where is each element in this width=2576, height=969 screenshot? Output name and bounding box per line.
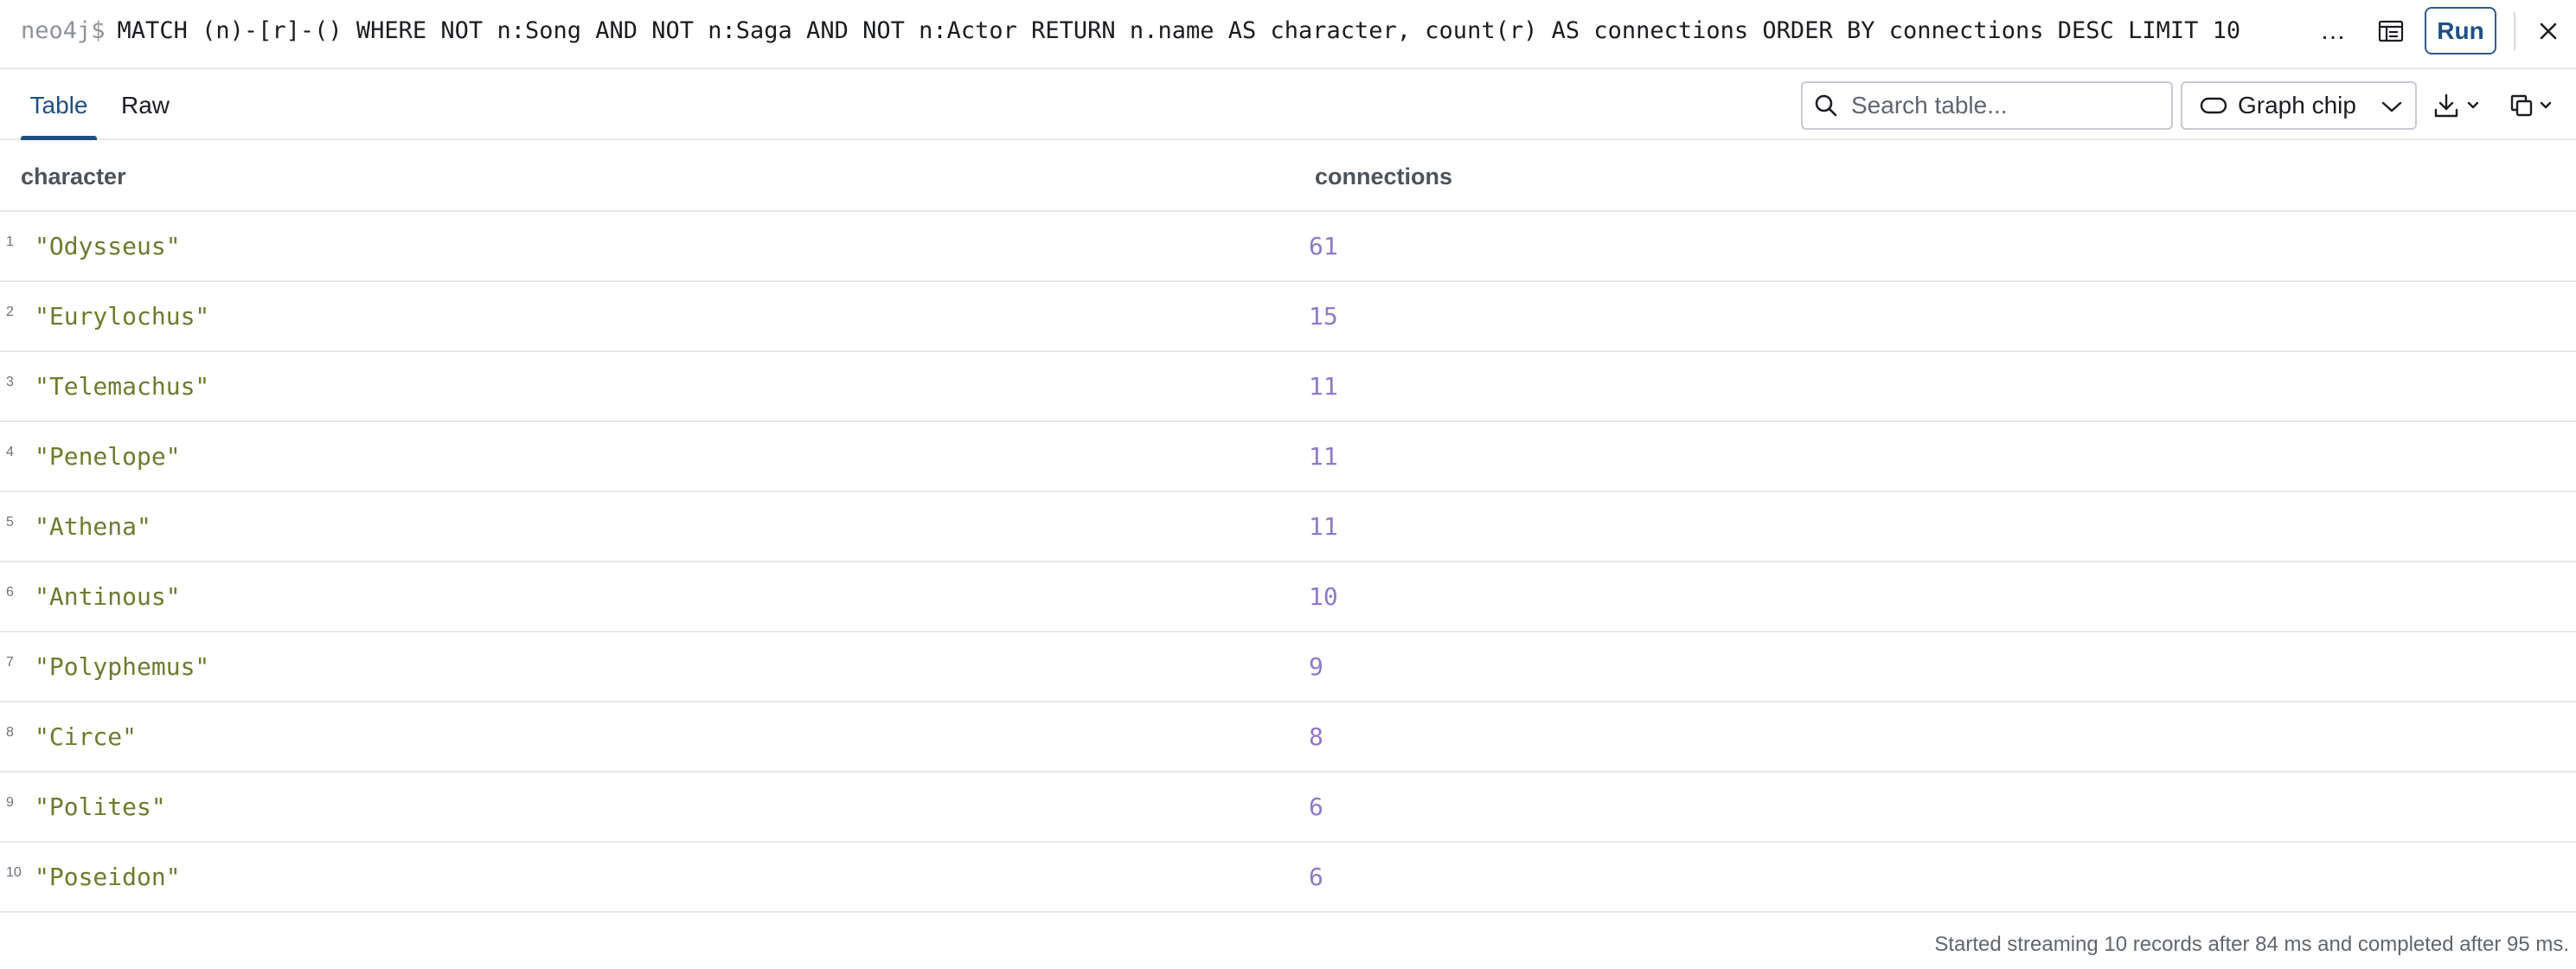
graph-chip-select[interactable]: Graph chip [2181, 81, 2417, 130]
row-number: 6 [6, 585, 14, 600]
cell-character: "Eurylochus" [35, 302, 210, 330]
row-number: 7 [6, 655, 14, 670]
query-editor[interactable]: neo4j$ MATCH (n)-[r]-() WHERE NOT n:Song… [21, 0, 2322, 61]
close-button[interactable] [2531, 14, 2566, 48]
cell-character: "Polites" [35, 793, 166, 821]
chevron-down-icon [2540, 101, 2552, 109]
table-row[interactable]: 1 "Odysseus" 61 [0, 212, 2576, 282]
graph-chip-label: Graph chip [2238, 92, 2356, 119]
layout-icon [2378, 20, 2404, 42]
row-number: 9 [6, 795, 14, 810]
download-icon [2434, 93, 2458, 118]
row-number: 2 [6, 305, 14, 319]
pill-icon [2200, 97, 2227, 114]
cell-connections: 11 [1309, 512, 1338, 541]
table-row[interactable]: 2 "Eurylochus" 15 [0, 282, 2576, 352]
cell-character: "Antinous" [35, 582, 181, 611]
row-number: 8 [6, 725, 14, 740]
table-row[interactable]: 6 "Antinous" 10 [0, 562, 2576, 632]
close-icon [2540, 22, 2557, 40]
cell-character: "Polyphemus" [35, 652, 210, 681]
table-body: 1 "Odysseus" 61 2 "Eurylochus" 15 3 "Telemachus… [0, 212, 2576, 913]
table-row[interactable]: 7 "Polyphemus" 9 [0, 632, 2576, 703]
search-table-field[interactable] [1801, 81, 2173, 130]
cell-character: "Poseidon" [35, 863, 181, 891]
run-button[interactable]: Run [2425, 7, 2496, 55]
tab-raw[interactable]: Raw [121, 71, 170, 140]
row-number: 5 [6, 515, 14, 529]
query-prompt: neo4j$ [21, 16, 106, 44]
status-message: Started streaming 10 records after 84 ms… [1934, 933, 2569, 956]
search-icon [1815, 94, 1837, 117]
cell-connections: 11 [1309, 372, 1338, 401]
cell-connections: 61 [1309, 232, 1338, 260]
table-row[interactable]: 9 "Polites" 6 [0, 773, 2576, 843]
tab-table[interactable]: Table [21, 71, 97, 140]
search-input[interactable] [1849, 91, 2161, 120]
download-button[interactable] [2432, 88, 2486, 123]
table-row[interactable]: 4 "Penelope" 11 [0, 422, 2576, 492]
row-number: 4 [6, 445, 14, 459]
divider [2514, 12, 2515, 50]
cell-character: "Circe" [35, 722, 138, 751]
table-row[interactable]: 3 "Telemachus" 11 [0, 352, 2576, 422]
row-number: 10 [6, 865, 22, 880]
column-header-connections[interactable]: connections [1315, 142, 1452, 211]
more-options-button[interactable]: … [2315, 12, 2349, 50]
table-row[interactable]: 10 "Poseidon" 6 [0, 843, 2576, 913]
chevron-down-icon [2381, 101, 2402, 112]
query-bar: neo4j$ MATCH (n)-[r]-() WHERE NOT n:Song… [0, 0, 2576, 69]
cell-connections: 8 [1309, 722, 1323, 751]
cell-character: "Penelope" [35, 442, 181, 471]
cell-connections: 6 [1309, 863, 1323, 891]
copy-icon [2510, 94, 2533, 117]
column-header-character[interactable]: character [21, 142, 126, 211]
copy-button[interactable] [2509, 88, 2562, 123]
cell-character: "Athena" [35, 512, 151, 541]
cell-character: "Telemachus" [35, 372, 210, 401]
cell-connections: 10 [1309, 582, 1338, 611]
result-toolbar: Table Raw Graph chip [0, 71, 2576, 140]
row-number: 3 [6, 375, 14, 389]
query-text[interactable]: MATCH (n)-[r]-() WHERE NOT n:Song AND NO… [118, 17, 2241, 44]
cell-connections: 11 [1309, 442, 1338, 471]
row-number: 1 [6, 234, 14, 249]
cell-character: "Odysseus" [35, 232, 181, 260]
table-row[interactable]: 5 "Athena" 11 [0, 492, 2576, 562]
cell-connections: 15 [1309, 302, 1338, 330]
cell-connections: 6 [1309, 793, 1323, 821]
table-header: character connections [0, 142, 2576, 212]
cell-connections: 9 [1309, 652, 1323, 681]
table-row[interactable]: 8 "Circe" 8 [0, 703, 2576, 773]
chevron-down-icon [2467, 101, 2479, 109]
layout-toggle-button[interactable] [2374, 14, 2408, 48]
